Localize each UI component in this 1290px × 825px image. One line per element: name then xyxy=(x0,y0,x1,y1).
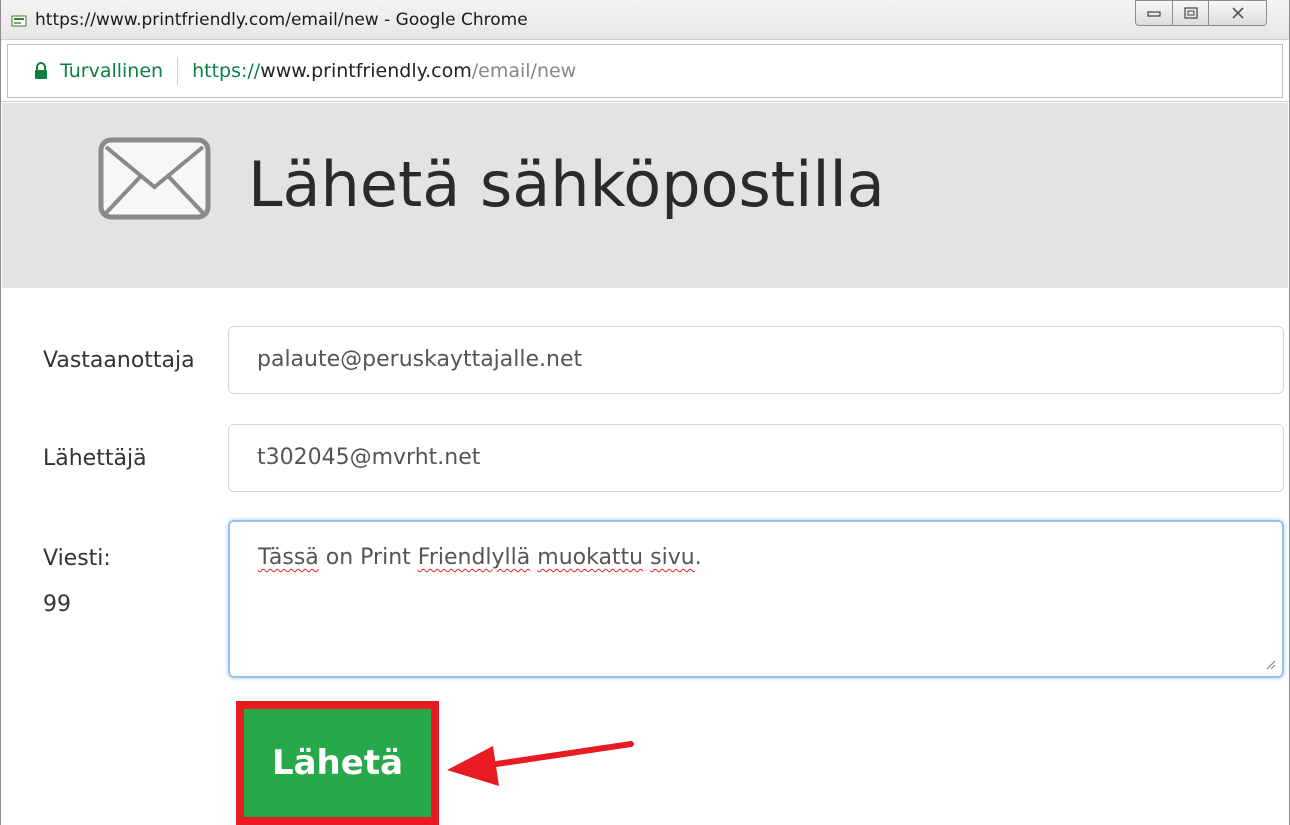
recipient-label: Vastaanottaja xyxy=(43,348,195,373)
browser-window: https://www.printfriendly.com/email/new … xyxy=(0,0,1290,825)
address-separator xyxy=(177,57,179,85)
message-word: Tässä xyxy=(258,545,319,570)
url-path: /email/new xyxy=(471,60,577,82)
resize-grip-icon[interactable] xyxy=(1264,658,1276,670)
envelope-icon xyxy=(98,137,211,220)
page-favicon-icon xyxy=(11,15,27,27)
send-button-highlight: Lähetä xyxy=(236,701,439,825)
secure-label: Turvallinen xyxy=(60,60,164,82)
lock-icon xyxy=(35,62,47,79)
sender-label: Lähettäjä xyxy=(43,446,147,471)
url-host: www.printfriendly.com xyxy=(260,60,472,82)
message-word: sivu xyxy=(650,545,695,570)
minimize-icon xyxy=(1147,11,1161,17)
maximize-icon xyxy=(1183,7,1198,19)
url-scheme: https:// xyxy=(192,60,261,82)
recipient-input[interactable]: palaute@peruskayttajalle.net xyxy=(228,326,1284,394)
title-bar: https://www.printfriendly.com/email/new … xyxy=(1,0,1289,40)
window-controls xyxy=(1135,0,1267,30)
minimize-button[interactable] xyxy=(1135,0,1173,26)
message-counter: 99 xyxy=(43,592,71,617)
close-icon xyxy=(1231,7,1244,19)
window-title: https://www.printfriendly.com/email/new … xyxy=(35,10,528,30)
send-button[interactable]: Lähetä xyxy=(244,709,431,817)
address-bar: Turvallinen https://www.printfriendly.co… xyxy=(1,40,1289,102)
maximize-button[interactable] xyxy=(1173,0,1209,26)
omnibox[interactable]: Turvallinen https://www.printfriendly.co… xyxy=(7,44,1283,98)
message-text: on Print xyxy=(318,545,418,570)
message-word: muokattu xyxy=(537,545,644,570)
close-button[interactable] xyxy=(1209,0,1267,26)
message-period: . xyxy=(694,545,702,570)
url-text[interactable]: https://www.printfriendly.com/email/new xyxy=(192,60,576,82)
message-word: Friendlyllä xyxy=(417,545,531,570)
arrow-annotation xyxy=(447,741,634,786)
message-textarea[interactable]: Tässä on Print Friendlyllä muokattu sivu… xyxy=(228,520,1284,678)
message-label: Viesti: xyxy=(43,546,111,571)
page-title: Lähetä sähköpostilla xyxy=(248,148,885,221)
sender-input[interactable]: t302045@mvrht.net xyxy=(228,424,1284,492)
